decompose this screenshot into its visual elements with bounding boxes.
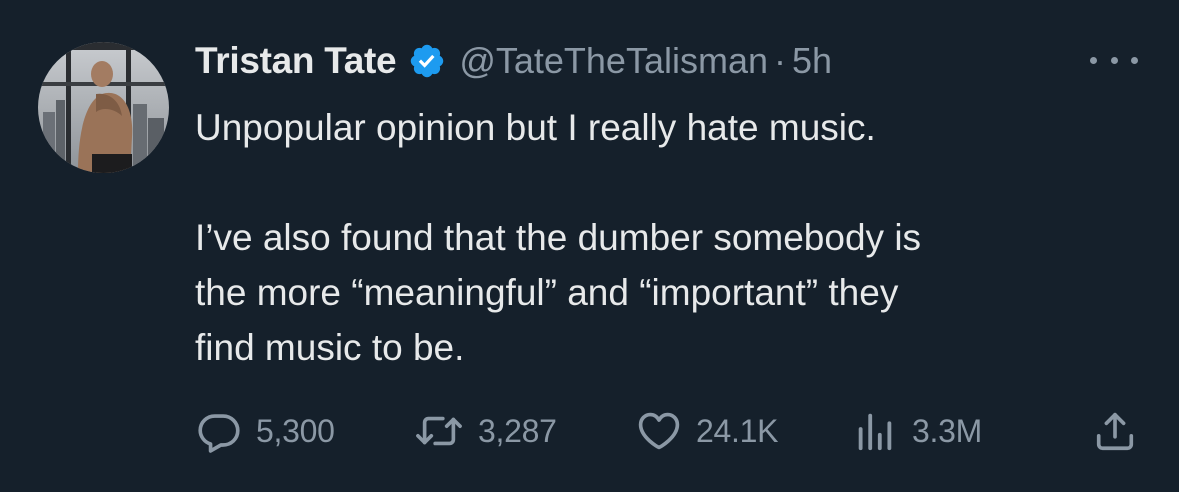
more-dot [1090, 56, 1097, 64]
author-handle[interactable]: @TateTheTalisman [459, 40, 768, 82]
tweet-header: Tristan Tate @TateTheTalisman · 5h [195, 36, 832, 86]
author-name[interactable]: Tristan Tate [195, 40, 397, 82]
views-count: 3.3M [912, 412, 982, 449]
reply-count: 5,300 [256, 412, 335, 449]
more-dot [1131, 56, 1138, 64]
heart-icon [638, 412, 680, 450]
analytics-icon [858, 413, 892, 451]
tweet-paragraph-1: Unpopular opinion but I really hate musi… [195, 107, 876, 148]
action-bar: 5,300 3,287 24.1K 3.3M [0, 404, 1179, 458]
repost-button[interactable]: 3,287 [414, 404, 557, 458]
tweet-line: I’ve also found that the dumber somebody… [195, 217, 922, 258]
reply-icon [198, 414, 240, 453]
reply-button[interactable]: 5,300 [196, 404, 335, 458]
verified-badge-icon [408, 42, 446, 80]
more-icon[interactable] [1090, 48, 1138, 72]
tweet[interactable]: Tristan Tate @TateTheTalisman · 5h Unpop… [0, 0, 1179, 492]
tweet-line: find music to be. [195, 327, 465, 368]
avatar[interactable] [38, 42, 169, 173]
tweet-line: the more “meaningful” and “important” th… [195, 272, 899, 313]
repost-count: 3,287 [478, 412, 557, 449]
like-count: 24.1K [696, 412, 779, 449]
tweet-text: Unpopular opinion but I really hate musi… [195, 100, 1155, 375]
repost-icon [416, 416, 462, 446]
share-icon [1096, 412, 1134, 451]
share-button[interactable] [1092, 404, 1138, 458]
timestamp[interactable]: 5h [792, 40, 832, 82]
avatar-image [38, 42, 169, 173]
separator-dot: · [774, 40, 786, 81]
views-button[interactable]: 3.3M [852, 404, 982, 458]
more-dot [1110, 56, 1118, 64]
tweet-paragraph-2: I’ve also found that the dumber somebody… [195, 210, 1155, 375]
like-button[interactable]: 24.1K [636, 404, 778, 458]
